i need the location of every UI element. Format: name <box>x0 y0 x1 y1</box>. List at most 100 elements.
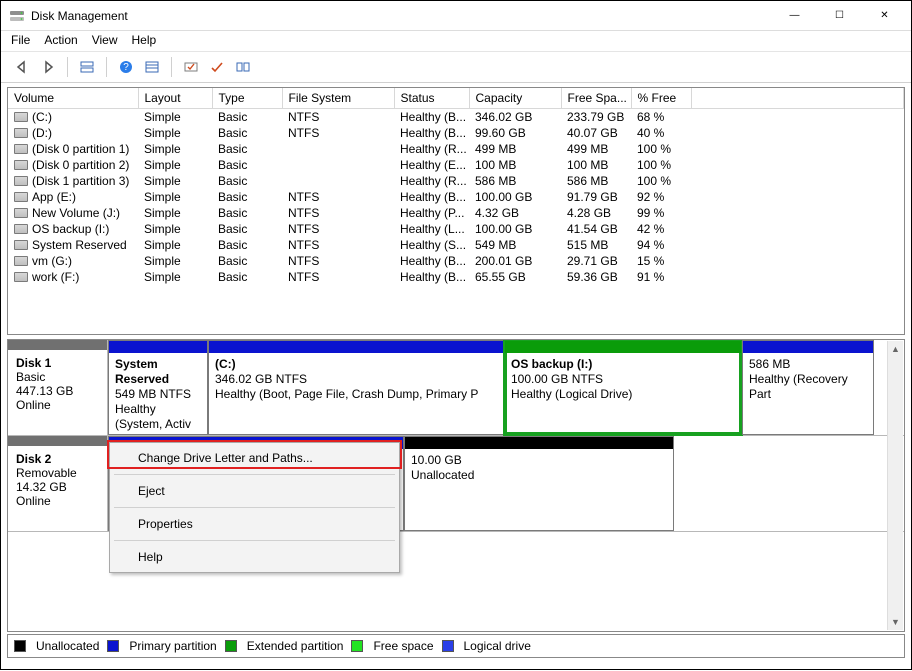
cell-volume: work (F:) <box>8 269 138 285</box>
table-row[interactable]: work (F:)SimpleBasicNTFSHealthy (B...65.… <box>8 269 904 285</box>
table-row[interactable]: (Disk 0 partition 2)SimpleBasicHealthy (… <box>8 157 904 173</box>
menu-help[interactable]: Help <box>110 544 399 570</box>
cell-fs <box>282 173 394 189</box>
cell-fs <box>282 157 394 173</box>
cell-volume: (Disk 0 partition 1) <box>8 141 138 157</box>
forward-button[interactable] <box>37 56 59 78</box>
cell-capacity: 99.60 GB <box>469 125 561 141</box>
help-icon[interactable]: ? <box>115 56 137 78</box>
menu-eject[interactable]: Eject <box>110 478 399 504</box>
volume-icon <box>14 176 28 186</box>
layout-icon[interactable] <box>232 56 254 78</box>
partition[interactable]: (C:)346.02 GB NTFSHealthy (Boot, Page Fi… <box>208 340 504 435</box>
col-type[interactable]: Type <box>212 88 282 109</box>
cell-volume: vm (G:) <box>8 253 138 269</box>
partition[interactable]: 10.00 GBUnallocated <box>404 436 674 531</box>
partition-status: Unallocated <box>411 468 474 482</box>
cell-status: Healthy (L... <box>394 221 469 237</box>
scroll-up-icon[interactable]: ▲ <box>888 341 904 357</box>
disk-header-2[interactable]: Disk 2 Removable 14.32 GB Online <box>8 436 108 531</box>
cell-fs: NTFS <box>282 269 394 285</box>
table-row[interactable]: (Disk 1 partition 3)SimpleBasicHealthy (… <box>8 173 904 189</box>
volume-table[interactable]: Volume Layout Type File System Status Ca… <box>8 88 904 285</box>
col-free-space[interactable]: Free Spa... <box>561 88 631 109</box>
minimize-button[interactable]: — <box>772 2 817 30</box>
col-volume[interactable]: Volume <box>8 88 138 109</box>
disk-map-pane: Disk 1 Basic 447.13 GB Online System Res… <box>7 339 905 632</box>
disk-header-1[interactable]: Disk 1 Basic 447.13 GB Online <box>8 340 108 435</box>
table-row[interactable]: vm (G:)SimpleBasicNTFSHealthy (B...200.0… <box>8 253 904 269</box>
toolbar: ? <box>1 51 911 83</box>
partition-title: System Reserved <box>115 357 169 386</box>
disk-type: Basic <box>16 370 45 384</box>
panel-both-icon[interactable] <box>76 56 98 78</box>
cell-pct: 68 % <box>631 109 691 126</box>
cell-layout: Simple <box>138 269 212 285</box>
cell-fs: NTFS <box>282 237 394 253</box>
cell-layout: Simple <box>138 237 212 253</box>
cell-status: Healthy (R... <box>394 173 469 189</box>
table-row[interactable]: OS backup (I:)SimpleBasicNTFSHealthy (L.… <box>8 221 904 237</box>
vertical-scrollbar[interactable]: ▲ ▼ <box>887 341 903 630</box>
cell-pct: 92 % <box>631 189 691 205</box>
cell-capacity: 100.00 GB <box>469 221 561 237</box>
volume-icon <box>14 144 28 154</box>
table-row[interactable]: (C:)SimpleBasicNTFSHealthy (B...346.02 G… <box>8 109 904 126</box>
menu-action[interactable]: Action <box>44 33 77 47</box>
cell-type: Basic <box>212 125 282 141</box>
legend-extended: Extended partition <box>247 639 344 653</box>
cell-capacity: 65.55 GB <box>469 269 561 285</box>
partition[interactable]: OS backup (I:)100.00 GB NTFSHealthy (Log… <box>504 340 742 435</box>
disk-size: 447.13 GB <box>16 384 73 398</box>
cell-free: 499 MB <box>561 141 631 157</box>
check-icon[interactable] <box>206 56 228 78</box>
volume-icon <box>14 240 28 250</box>
col-layout[interactable]: Layout <box>138 88 212 109</box>
menu-change-drive-letter[interactable]: Change Drive Letter and Paths... <box>110 445 399 471</box>
menu-view[interactable]: View <box>92 33 118 47</box>
table-row[interactable]: (D:)SimpleBasicNTFSHealthy (B...99.60 GB… <box>8 125 904 141</box>
menubar: File Action View Help <box>1 31 911 51</box>
maximize-button[interactable]: ☐ <box>817 2 862 30</box>
col-capacity[interactable]: Capacity <box>469 88 561 109</box>
cell-pct: 94 % <box>631 237 691 253</box>
cell-free: 586 MB <box>561 173 631 189</box>
partition[interactable]: System Reserved549 MB NTFSHealthy (Syste… <box>108 340 208 435</box>
cell-type: Basic <box>212 141 282 157</box>
settings-icon[interactable] <box>180 56 202 78</box>
table-row[interactable]: New Volume (J:)SimpleBasicNTFSHealthy (P… <box>8 205 904 221</box>
cell-layout: Simple <box>138 109 212 126</box>
cell-free: 91.79 GB <box>561 189 631 205</box>
cell-capacity: 586 MB <box>469 173 561 189</box>
cell-fs: NTFS <box>282 221 394 237</box>
cell-pct: 100 % <box>631 141 691 157</box>
menu-file[interactable]: File <box>11 33 30 47</box>
cell-volume: (C:) <box>8 109 138 126</box>
legend-primary: Primary partition <box>129 639 216 653</box>
close-button[interactable]: ✕ <box>862 2 907 30</box>
cell-layout: Simple <box>138 141 212 157</box>
col-pct-free[interactable]: % Free <box>631 88 691 109</box>
cell-type: Basic <box>212 237 282 253</box>
table-row[interactable]: System ReservedSimpleBasicNTFSHealthy (S… <box>8 237 904 253</box>
cell-fs: NTFS <box>282 189 394 205</box>
cell-capacity: 100 MB <box>469 157 561 173</box>
col-status[interactable]: Status <box>394 88 469 109</box>
panel-list-icon[interactable] <box>141 56 163 78</box>
col-file-system[interactable]: File System <box>282 88 394 109</box>
cell-free: 40.07 GB <box>561 125 631 141</box>
menu-help[interactable]: Help <box>132 33 157 47</box>
cell-pct: 91 % <box>631 269 691 285</box>
cell-type: Basic <box>212 173 282 189</box>
partition[interactable]: 586 MBHealthy (Recovery Part <box>742 340 874 435</box>
table-row[interactable]: App (E:)SimpleBasicNTFSHealthy (B...100.… <box>8 189 904 205</box>
cell-fs <box>282 141 394 157</box>
cell-type: Basic <box>212 205 282 221</box>
back-button[interactable] <box>11 56 33 78</box>
cell-capacity: 200.01 GB <box>469 253 561 269</box>
table-row[interactable]: (Disk 0 partition 1)SimpleBasicHealthy (… <box>8 141 904 157</box>
scroll-down-icon[interactable]: ▼ <box>888 614 904 630</box>
menu-properties[interactable]: Properties <box>110 511 399 537</box>
cell-type: Basic <box>212 221 282 237</box>
legend: Unallocated Primary partition Extended p… <box>7 634 905 658</box>
